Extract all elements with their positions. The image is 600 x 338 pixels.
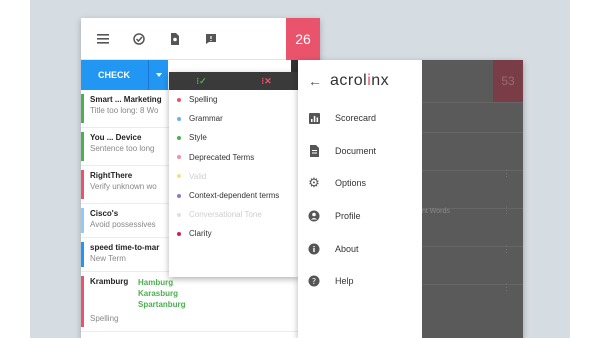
dimmed-content[interactable]: 53 nt Words ⋮ ⋮ ⋮ ⋮	[422, 60, 523, 338]
filter-item-label: Clarity	[189, 229, 212, 239]
drawer-header: ← acrolinx	[298, 60, 422, 102]
dimmed-text: nt Words	[422, 208, 450, 215]
status-dot	[177, 116, 181, 121]
issue-subtitle: Spelling	[90, 314, 119, 323]
filter-item-label: Valid	[189, 171, 207, 181]
filter-dropdown-header: ⁝✓ ⁝✕	[169, 72, 299, 90]
check-button-label: CHECK	[98, 69, 131, 80]
status-dot	[177, 155, 181, 160]
scorecard-icon	[308, 112, 320, 124]
info-icon	[308, 243, 320, 255]
app-panel: 53 nt Words ⋮ ⋮ ⋮ ⋮ ← acrolinx Scorecard	[298, 60, 523, 338]
filter-item-clarity[interactable]: Clarity	[169, 224, 299, 243]
menu-item-label: Scorecard	[335, 113, 377, 124]
issue-color-bar	[81, 276, 84, 327]
status-dot	[177, 231, 181, 236]
status-dot	[177, 212, 181, 217]
status-dot	[177, 135, 181, 140]
filter-item-deprecated-terms[interactable]: Deprecated Terms	[169, 148, 299, 167]
issue-color-bar	[81, 94, 84, 123]
status-dot	[177, 193, 181, 198]
back-arrow-icon[interactable]: ←	[308, 73, 322, 89]
more-options-icon: ⋮	[502, 205, 511, 215]
menu-icon[interactable]	[85, 18, 121, 60]
divider	[422, 102, 523, 103]
filter-item-label: Deprecated Terms	[189, 152, 255, 162]
filter-item-valid[interactable]: Valid	[169, 167, 299, 186]
profile-icon	[308, 210, 320, 222]
menu-item-label: Help	[335, 276, 354, 287]
document-icon	[308, 144, 320, 157]
filter-item-context-dependent-terms[interactable]: Context-dependent terms	[169, 186, 299, 205]
issue-count-badge: 26	[286, 18, 320, 60]
comment-icon[interactable]	[193, 18, 229, 60]
menu-item-label: Options	[335, 178, 367, 189]
sidebar-toolbar: 26	[81, 18, 320, 60]
menu-item-document[interactable]: Document	[298, 135, 422, 168]
filter-item-style[interactable]: Style	[169, 128, 299, 147]
issue-color-bar	[81, 170, 84, 199]
menu-item-label: About	[335, 243, 359, 254]
deselect-all-icon[interactable]: ⁝✕	[234, 72, 299, 90]
background: 26 CHECK Smart ... Marketing Title too l…	[30, 0, 570, 338]
svg-text:?: ?	[312, 277, 316, 286]
brand-logo: acrolinx	[330, 72, 390, 89]
filter-item-label: Context-dependent terms	[189, 191, 280, 201]
menu-item-profile[interactable]: Profile	[298, 200, 422, 233]
menu-item-help[interactable]: ? Help	[298, 265, 422, 298]
gear-icon: ⚙	[308, 175, 320, 191]
check-options-dropdown[interactable]	[148, 59, 168, 90]
filter-item-label: Grammar	[189, 114, 223, 124]
issue-color-bar	[81, 208, 84, 233]
filter-dropdown: ⁝✓ ⁝✕ Spelling Grammar Style Deprecated …	[169, 72, 299, 277]
check-circle-icon[interactable]	[121, 18, 157, 60]
navigation-drawer: ← acrolinx Scorecard Document ⚙ Options …	[298, 60, 422, 338]
more-options-icon: ⋮	[502, 168, 511, 178]
help-icon: ?	[308, 275, 320, 287]
check-button[interactable]: CHECK	[81, 59, 168, 90]
filter-item-spelling[interactable]: Spelling	[169, 90, 299, 109]
menu-item-options[interactable]: ⚙ Options	[298, 167, 422, 200]
issue-card[interactable]: Kramburg Hamburg Karasburg Spartanburg S…	[81, 272, 320, 332]
select-all-icon[interactable]: ⁝✓	[169, 72, 234, 90]
issue-color-bar	[81, 132, 84, 161]
divider	[422, 132, 523, 133]
more-options-icon: ⋮	[502, 282, 511, 292]
status-dot	[177, 174, 181, 179]
chevron-down-icon	[155, 72, 162, 77]
document-search-icon[interactable]	[157, 18, 193, 60]
filter-item-label: Spelling	[189, 95, 218, 105]
issue-title: Kramburg	[90, 277, 129, 286]
suggestion[interactable]: Spartanburg	[138, 299, 186, 310]
issue-color-bar	[81, 242, 84, 267]
filter-item-label: Conversational Tone	[189, 210, 262, 220]
status-dot	[177, 97, 181, 102]
filter-item-label: Style	[189, 133, 207, 143]
filter-item-grammar[interactable]: Grammar	[169, 109, 299, 128]
menu-item-scorecard[interactable]: Scorecard	[298, 102, 422, 135]
filter-item-conversational-tone[interactable]: Conversational Tone	[169, 205, 299, 224]
dimmed-count-badge: 53	[493, 60, 523, 102]
menu-item-label: Document	[335, 145, 377, 156]
menu-item-about[interactable]: About	[298, 232, 422, 265]
suggestion[interactable]: Karasburg	[138, 288, 186, 299]
more-options-icon: ⋮	[502, 244, 511, 254]
suggestion[interactable]: Hamburg	[138, 277, 186, 288]
menu-item-label: Profile	[335, 211, 361, 222]
